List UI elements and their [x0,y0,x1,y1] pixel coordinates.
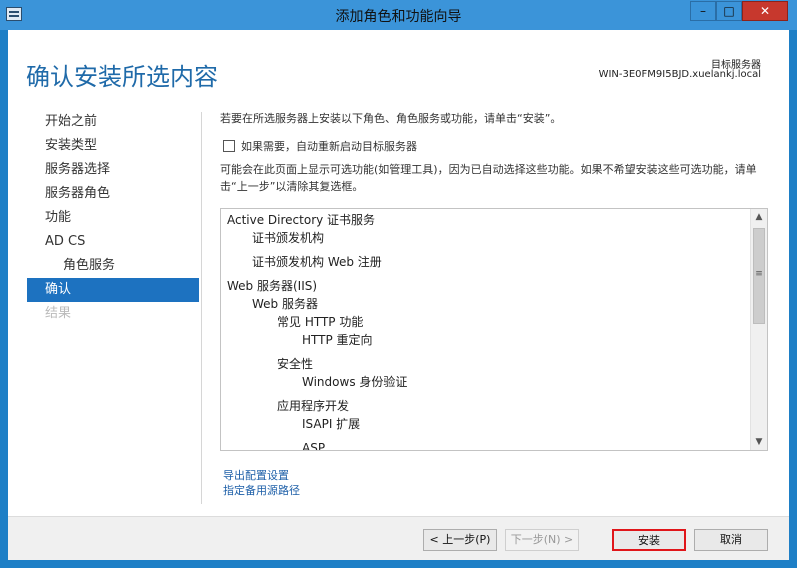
wizard-footer: < 上一步(P) 下一步(N) > 安装 取消 [8,516,789,560]
feature-list-items: Active Directory 证书服务证书颁发机构证书颁发机构 Web 注册… [227,211,747,451]
nav-step-0[interactable]: 开始之前 [27,110,199,134]
nav-step-2[interactable]: 服务器选择 [27,158,199,182]
scroll-thumb[interactable]: ≡ [753,228,765,324]
wizard-step-nav: 开始之前 安装类型 服务器选择 服务器角色 功能 AD CS 角色服务 确认结果 [27,110,199,326]
scroll-down-icon[interactable]: ▼ [751,434,767,450]
optional-features-note: 可能会在此页面上显示可选功能(如管理工具)，因为已自动选择这些功能。如果不希望安… [220,163,757,193]
export-config-link[interactable]: 导出配置设置 [223,467,289,483]
feature-item: Active Directory 证书服务 [227,213,376,227]
minimize-button[interactable]: – [690,1,716,21]
nav-step-3[interactable]: 服务器角色 [27,182,199,206]
cancel-button[interactable]: 取消 [694,529,768,551]
feature-item: ASP [302,441,326,451]
nav-step-1[interactable]: 安装类型 [27,134,199,158]
feature-item: HTTP 重定向 [302,333,373,347]
restart-checkbox-label[interactable]: 如果需要，自动重新启动目标服务器 [241,138,417,154]
nav-step-4[interactable]: 功能 [27,206,199,230]
feature-item: 证书颁发机构 [252,231,325,245]
nav-step-7[interactable]: 确认 [27,278,199,302]
feature-item: 应用程序开发 [277,399,350,413]
install-button[interactable]: 安装 [612,529,686,551]
feature-item: Windows 身份验证 [302,375,408,389]
feature-item: Web 服务器 [252,297,318,311]
feature-item: Web 服务器(IIS) [227,279,318,293]
next-button: 下一步(N) > [505,529,579,551]
feature-item: 常见 HTTP 功能 [277,315,364,329]
nav-step-8: 结果 [45,306,72,321]
alternate-source-link[interactable]: 指定备用源路径 [223,482,300,498]
target-server-name: WIN-3E0FM9I5BJD.xuelankj.local [598,69,761,80]
page-title: 确认安装所选内容 [26,63,218,91]
selected-features-list[interactable]: Active Directory 证书服务证书颁发机构证书颁发机构 Web 注册… [220,208,768,451]
nav-divider [201,112,202,504]
maximize-button[interactable]: □ [716,1,742,21]
nav-step-5[interactable]: AD CS [27,230,199,254]
feature-item: ISAPI 扩展 [302,417,361,431]
nav-step-6[interactable]: 角色服务 [27,254,199,278]
previous-button[interactable]: < 上一步(P) [423,529,497,551]
feature-item: 证书颁发机构 Web 注册 [252,255,382,269]
scroll-up-icon[interactable]: ▲ [751,209,767,225]
confirmation-content: 若要在所选服务器上安装以下角色、角色服务或功能，请单击“安装”。 如果需要，自动… [220,110,770,451]
intro-text: 若要在所选服务器上安装以下角色、角色服务或功能，请单击“安装”。 [220,112,562,125]
title-bar: 添加角色和功能向导 – □ ✕ [0,0,797,30]
feature-item: 安全性 [277,357,314,371]
wizard-client-area: 确认安装所选内容 目标服务器 WIN-3E0FM9I5BJD.xuelankj.… [8,30,789,560]
restart-checkbox[interactable] [223,140,235,152]
close-button[interactable]: ✕ [742,1,788,21]
window-title: 添加角色和功能向导 [335,9,462,25]
vertical-scrollbar[interactable]: ▲ ≡ ▼ [750,209,767,450]
grip-icon: ≡ [755,269,763,279]
